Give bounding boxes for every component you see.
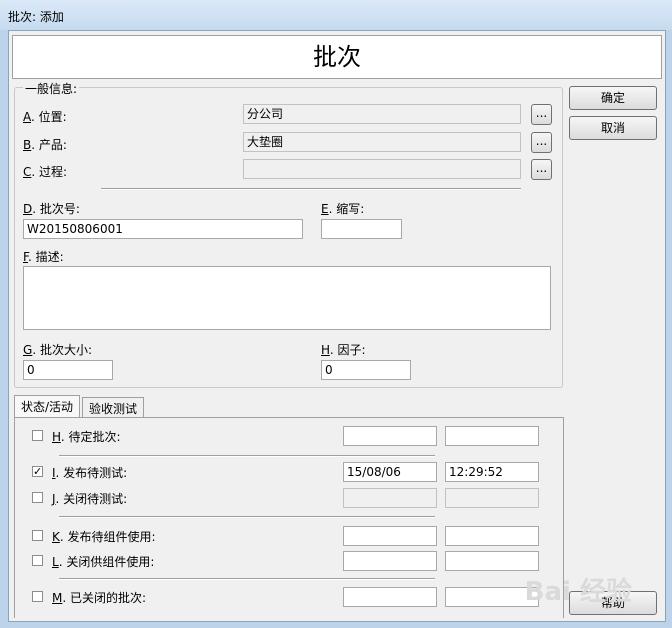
abbreviation-input[interactable] bbox=[321, 219, 402, 239]
status-separator-1 bbox=[59, 455, 435, 457]
tab-status-activity[interactable]: 状态/活动 bbox=[14, 395, 81, 417]
closed-lot-label: M. 已关闭的批次: bbox=[52, 591, 147, 605]
close-test-label: J. 关闭待测试: bbox=[52, 492, 128, 506]
release-component-time[interactable] bbox=[445, 526, 539, 546]
closed-lot-checkbox[interactable] bbox=[32, 591, 43, 602]
location-field[interactable]: 分公司 bbox=[243, 104, 521, 124]
description-textarea[interactable] bbox=[23, 266, 551, 330]
release-component-checkbox[interactable] bbox=[32, 530, 43, 541]
close-test-time[interactable] bbox=[445, 488, 539, 508]
pending-lot-label: H. 待定批次: bbox=[52, 430, 121, 444]
product-field[interactable]: 大垫圈 bbox=[243, 132, 521, 152]
close-component-label: L. 关闭供组件使用: bbox=[52, 555, 155, 569]
general-info-legend: 一般信息: bbox=[23, 80, 80, 97]
location-browse-button[interactable]: ... bbox=[531, 104, 552, 125]
lot-size-input[interactable]: 0 bbox=[23, 360, 113, 380]
cancel-button[interactable]: 取消 bbox=[569, 116, 657, 140]
pending-lot-checkbox[interactable] bbox=[32, 430, 43, 441]
release-component-date[interactable] bbox=[343, 526, 437, 546]
close-test-date[interactable] bbox=[343, 488, 437, 508]
page-title: 批次 bbox=[12, 35, 662, 79]
product-label: B. 产品: bbox=[23, 138, 67, 152]
release-component-label: K. 发布待组件使用: bbox=[52, 530, 156, 544]
dialog-client: 批次 一般信息: A. 位置: 分公司 ... B. 产品: 大垫圈 ... C… bbox=[8, 30, 666, 622]
pending-lot-time[interactable] bbox=[445, 426, 539, 446]
release-test-label: I. 发布待测试: bbox=[52, 466, 128, 480]
close-test-checkbox[interactable] bbox=[32, 492, 43, 503]
process-browse-button[interactable]: ... bbox=[531, 159, 552, 180]
abbreviation-label: E. 缩写: bbox=[321, 202, 365, 216]
process-field[interactable] bbox=[243, 159, 521, 179]
general-separator bbox=[101, 188, 521, 190]
tab-acceptance-test[interactable]: 验收测试 bbox=[82, 397, 145, 417]
status-separator-2 bbox=[59, 516, 435, 518]
lot-number-input[interactable]: W20150806001 bbox=[23, 219, 303, 239]
lot-size-label: G. 批次大小: bbox=[23, 343, 92, 357]
general-info-group: 一般信息: A. 位置: 分公司 ... B. 产品: 大垫圈 ... C. 过… bbox=[14, 80, 563, 388]
checkmark-icon: ✓ bbox=[33, 465, 43, 478]
ok-button[interactable]: 确定 bbox=[569, 86, 657, 110]
closed-lot-date[interactable] bbox=[343, 587, 437, 607]
lot-number-label: D. 批次号: bbox=[23, 202, 80, 216]
close-component-time[interactable] bbox=[445, 551, 539, 571]
location-label: A. 位置: bbox=[23, 110, 67, 124]
release-test-date[interactable]: 15/08/06 bbox=[343, 462, 437, 482]
factor-label: H. 因子: bbox=[321, 343, 366, 357]
window-title: 批次: 添加 bbox=[8, 10, 64, 24]
status-separator-3 bbox=[59, 578, 435, 580]
watermark-logo: Bai 经验 bbox=[524, 577, 632, 607]
title-bar: 批次: 添加 bbox=[0, 0, 672, 30]
factor-input[interactable]: 0 bbox=[321, 360, 411, 380]
release-test-time[interactable]: 12:29:52 bbox=[445, 462, 539, 482]
release-test-checkbox[interactable]: ✓ bbox=[32, 466, 43, 477]
product-browse-button[interactable]: ... bbox=[531, 132, 552, 153]
close-component-checkbox[interactable] bbox=[32, 555, 43, 566]
pending-lot-date[interactable] bbox=[343, 426, 437, 446]
process-label: C. 过程: bbox=[23, 165, 68, 179]
close-component-date[interactable] bbox=[343, 551, 437, 571]
status-panel: H. 待定批次: ✓ I. 发布待测试: 15/08/06 12:29:52 J… bbox=[14, 417, 564, 618]
description-label: F. 描述: bbox=[23, 250, 64, 264]
